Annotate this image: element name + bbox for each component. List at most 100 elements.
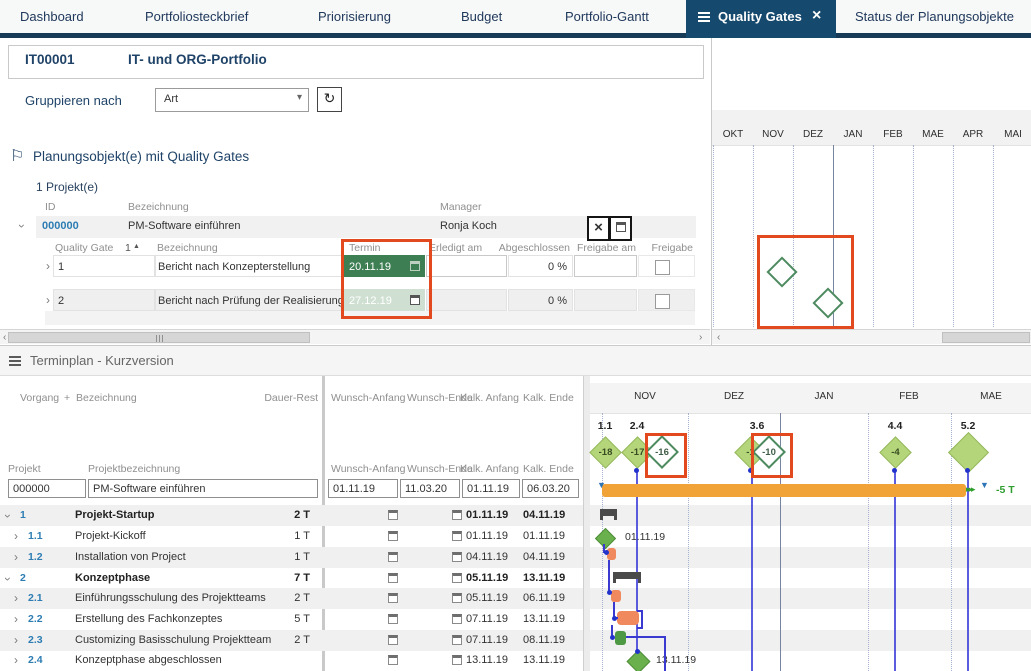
task-bar <box>611 590 621 602</box>
calendar-icon[interactable] <box>388 573 398 583</box>
freigabe-checkbox[interactable] <box>655 260 670 275</box>
expand-icon[interactable]: › <box>14 531 18 541</box>
task-nr[interactable]: 2 <box>20 568 26 589</box>
calendar-icon[interactable] <box>452 552 462 562</box>
task-dauer: 2 T <box>240 630 310 651</box>
calendar-button[interactable] <box>609 216 632 241</box>
task-row[interactable]: › 2.3 Customizing Basisschulung Projektt… <box>0 630 583 651</box>
tab-portfolio-gantt[interactable]: Portfolio-Gantt <box>565 0 649 33</box>
wunsch-ende-field[interactable]: 11.03.20 <box>400 479 460 498</box>
task-row[interactable]: › 1.2 Installation von Project 1 T 04.11… <box>0 547 583 568</box>
tab-budget[interactable]: Budget <box>461 0 502 33</box>
tab-status-planungsobjekte[interactable]: Status der Planungsobjekte <box>855 0 1014 33</box>
gate-freigabe-cell <box>638 289 695 311</box>
expand-icon[interactable]: › <box>46 295 50 305</box>
delete-button[interactable]: × <box>587 216 610 241</box>
gate-erledigt-cell[interactable] <box>426 255 507 277</box>
tab-priorisierung[interactable]: Priorisierung <box>318 0 391 33</box>
calendar-icon[interactable] <box>388 552 398 562</box>
freigabe-checkbox[interactable] <box>655 294 670 309</box>
task-row[interactable]: › 1.1 Projekt-Kickoff 1 T 01.11.19 01.11… <box>0 526 583 547</box>
collapse-icon[interactable]: › <box>17 224 27 228</box>
group-by-select[interactable]: Art ▾ <box>155 88 309 112</box>
task-row[interactable]: › 2.4 Konzeptphase abgeschlossen 13.11.1… <box>0 650 583 671</box>
sort-asc-icon: ▲ <box>133 243 140 250</box>
task-nr[interactable]: 2.4 <box>28 650 43 671</box>
expand-icon[interactable]: › <box>14 552 18 562</box>
wunsch-anfang-field[interactable]: 01.11.19 <box>328 479 398 498</box>
task-dauer: 5 T <box>240 609 310 630</box>
collapse-icon[interactable]: › <box>3 514 13 518</box>
calendar-icon[interactable] <box>452 510 462 520</box>
expand-icon[interactable]: › <box>14 593 18 603</box>
expand-icon[interactable]: › <box>46 261 50 271</box>
task-nr[interactable]: 2.1 <box>28 588 43 609</box>
calendar-icon[interactable] <box>452 655 462 665</box>
task-row[interactable]: › 2 Konzeptphase 7 T 05.11.19 13.11.19 <box>0 568 583 589</box>
task-nr[interactable]: 1.1 <box>28 526 43 547</box>
project-count: 1 Projekt(e) <box>36 180 98 194</box>
menu-icon[interactable] <box>9 356 21 358</box>
task-nr[interactable]: 1.2 <box>28 547 43 568</box>
gate-milestones-highlight-box <box>757 235 854 329</box>
flag-icon: ⚐ <box>10 146 24 166</box>
task-row[interactable]: › 2.1 Einführungsschulung des Projekttea… <box>0 588 583 609</box>
task-nr[interactable]: 2.2 <box>28 609 43 630</box>
col-freigabe: Freigabe <box>640 242 693 254</box>
task-kalk-ende: 04.11.19 <box>523 547 565 568</box>
gate-bezeichnung: Bericht nach Prüfung der Realisierung <box>155 289 343 311</box>
project-id-field[interactable]: 000000 <box>8 479 86 498</box>
left-h-scrollbar[interactable]: ‹ › <box>0 329 710 344</box>
scroll-right-icon[interactable]: › <box>699 330 702 345</box>
expand-icon[interactable]: › <box>14 655 18 665</box>
collapse-icon[interactable]: › <box>3 577 13 581</box>
month-label: JAN <box>831 129 875 140</box>
gate-erledigt-cell[interactable] <box>426 289 507 311</box>
task-row[interactable]: › 1 Projekt-Startup 2 T 01.11.19 04.11.1… <box>0 505 583 526</box>
col-projekt: Projekt <box>8 463 41 475</box>
expand-icon[interactable]: › <box>14 614 18 624</box>
task-nr[interactable]: 1 <box>20 505 26 526</box>
sort-order[interactable]: 1 <box>125 242 131 254</box>
calendar-icon[interactable] <box>388 655 398 665</box>
gate-freigabe-am-cell[interactable] <box>574 289 637 311</box>
task-row[interactable]: › 2.2 Erstellung des Fachkonzeptes 5 T 0… <box>0 609 583 630</box>
gate-nr: 2 <box>53 289 155 311</box>
calendar-icon[interactable] <box>452 573 462 583</box>
task-name: Konzeptphase <box>75 568 150 589</box>
close-tab-icon[interactable]: × <box>812 0 821 33</box>
calendar-icon[interactable] <box>452 614 462 624</box>
tab-quality-gates[interactable]: Quality Gates × <box>686 0 836 38</box>
tab-portfoliosteckbrief[interactable]: Portfoliosteckbrief <box>145 0 248 33</box>
scrollbar-thumb[interactable] <box>942 332 1030 343</box>
calendar-icon[interactable] <box>388 635 398 645</box>
tab-dashboard[interactable]: Dashboard <box>20 0 84 33</box>
project-id-link[interactable]: 000000 <box>42 220 79 232</box>
scrollbar-thumb[interactable] <box>8 332 310 343</box>
task-kalk-anfang: 07.11.19 <box>466 609 508 630</box>
kalk-anfang-field[interactable]: 01.11.19 <box>462 479 520 498</box>
calendar-icon[interactable] <box>388 593 398 603</box>
scroll-left-icon[interactable]: ‹ <box>3 330 6 345</box>
project-name-field[interactable]: PM-Software einführen <box>88 479 318 498</box>
milestone-date: 13.11.19 <box>656 654 696 666</box>
task-kalk-ende: 13.11.19 <box>523 650 565 671</box>
right-h-scrollbar[interactable]: ‹ <box>712 329 1031 344</box>
calendar-icon[interactable] <box>388 531 398 541</box>
calendar-icon[interactable] <box>388 614 398 624</box>
month-label: FEB <box>871 129 915 140</box>
calendar-icon[interactable] <box>452 635 462 645</box>
col-id: ID <box>45 201 56 213</box>
calendar-icon[interactable] <box>388 510 398 520</box>
kalk-ende-field[interactable]: 06.03.20 <box>522 479 579 498</box>
project-manager: Ronja Koch <box>440 220 497 232</box>
calendar-icon[interactable] <box>452 531 462 541</box>
add-icon[interactable]: + <box>64 392 70 404</box>
gridline <box>993 145 994 327</box>
calendar-icon[interactable] <box>452 593 462 603</box>
refresh-button[interactable]: ↻ <box>317 87 342 112</box>
scroll-left-icon[interactable]: ‹ <box>717 330 720 345</box>
task-nr[interactable]: 2.3 <box>28 630 43 651</box>
gate-freigabe-am-cell[interactable] <box>574 255 637 277</box>
expand-icon[interactable]: › <box>14 635 18 645</box>
